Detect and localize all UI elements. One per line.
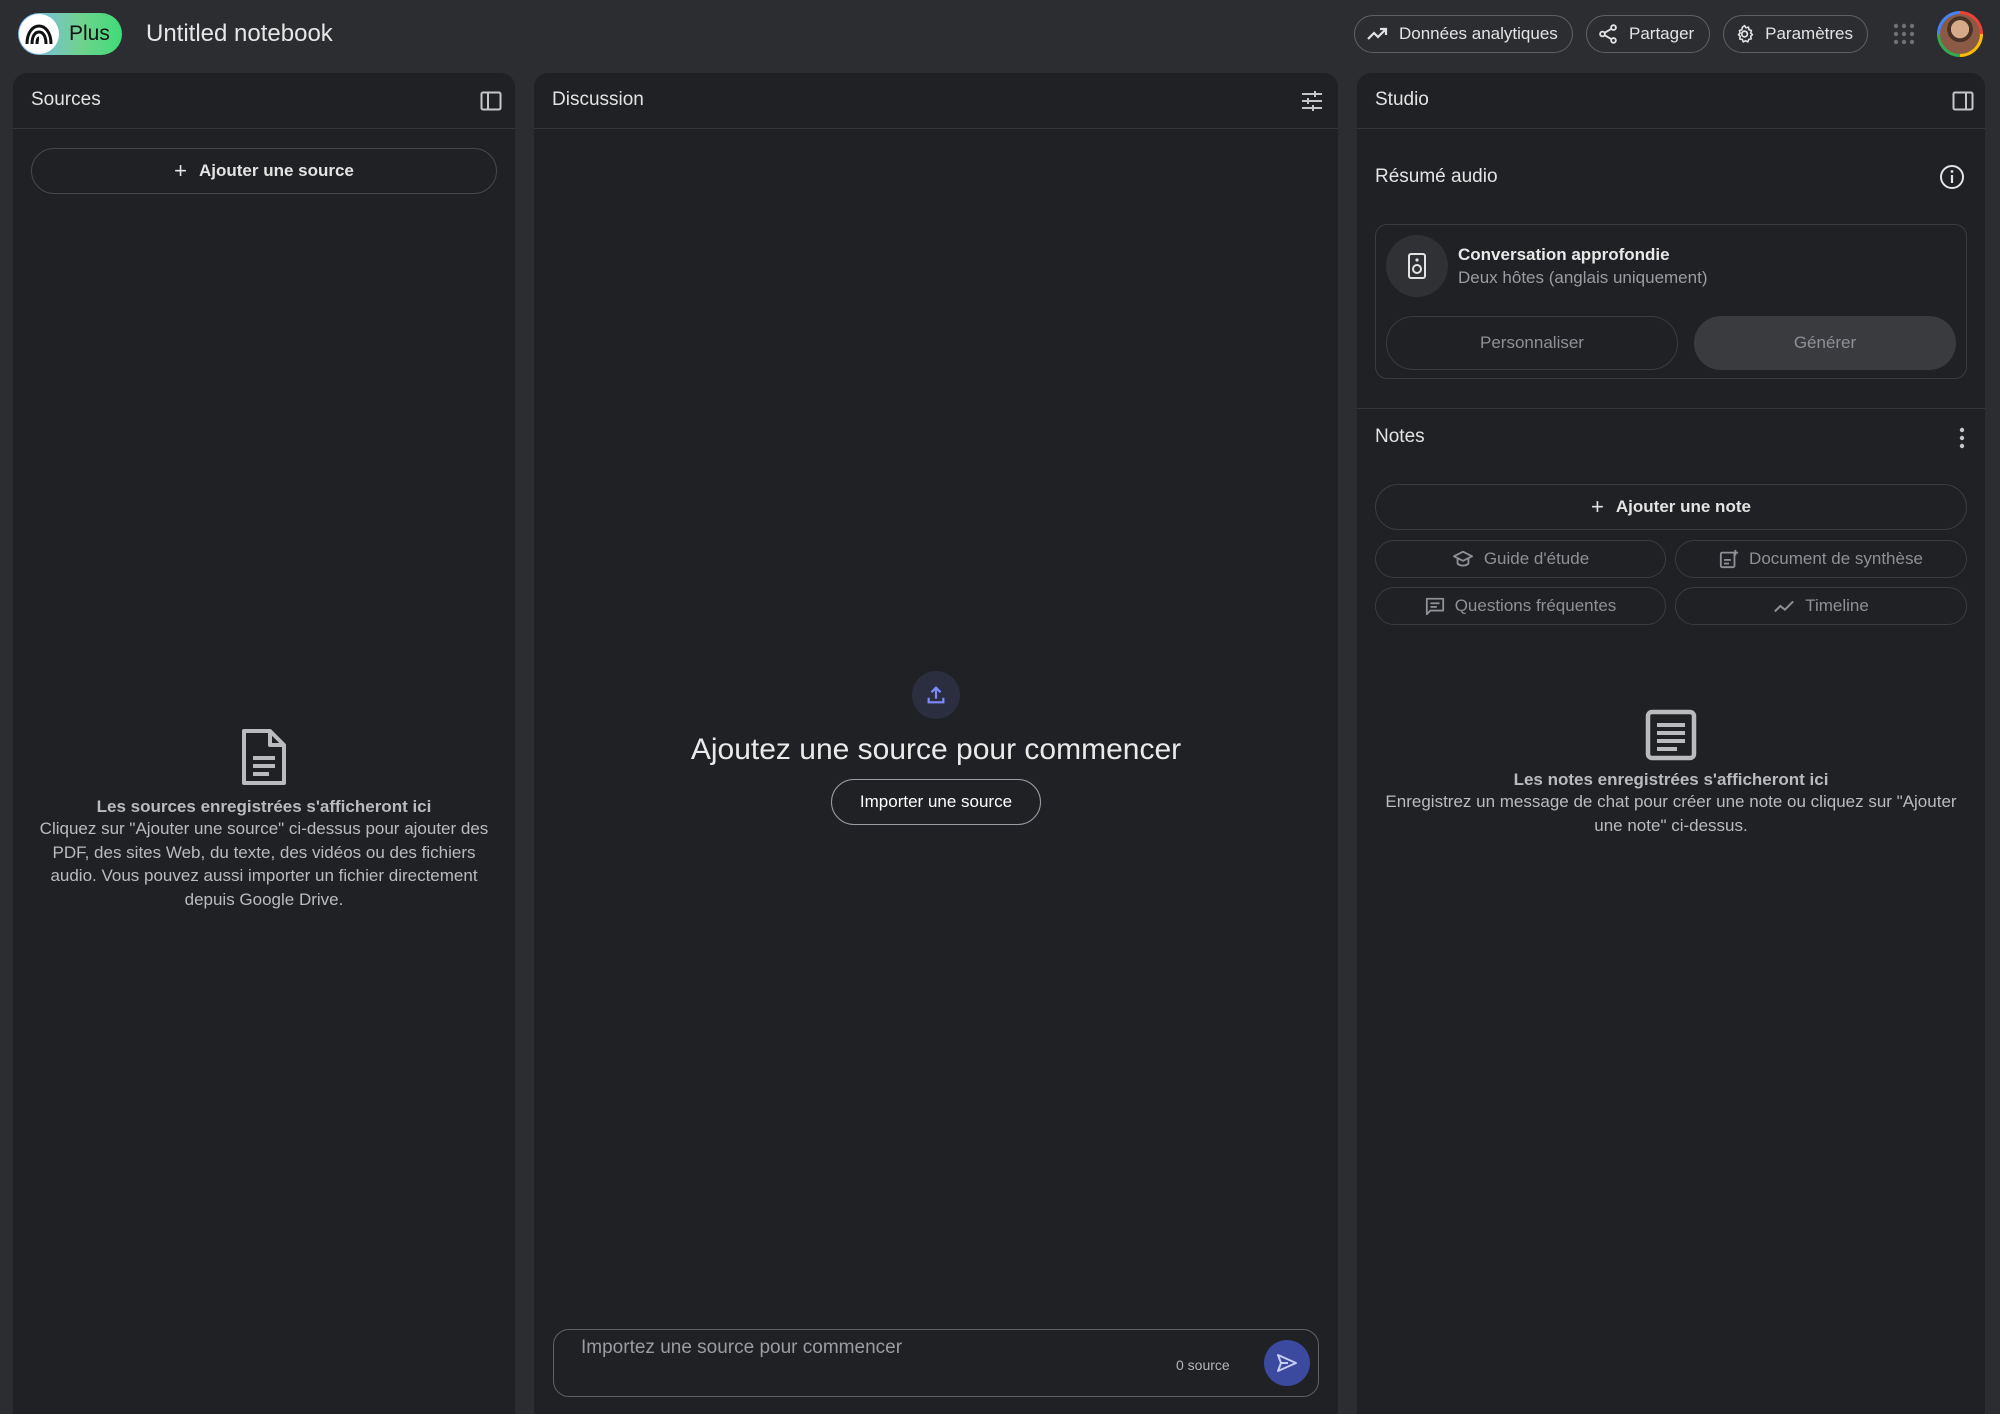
timeline-icon [1774, 600, 1795, 613]
speaker-icon [1408, 253, 1426, 279]
share-icon [1599, 24, 1617, 44]
faq-chip[interactable]: Questions fréquentes [1375, 587, 1666, 625]
avatar-image [1940, 14, 1980, 54]
faq-label: Questions fréquentes [1454, 596, 1617, 615]
settings-label: Paramètres [1765, 24, 1853, 43]
apps-grid-icon[interactable] [1893, 23, 1915, 45]
chat-bubble-icon [1425, 597, 1444, 616]
share-label: Partager [1629, 24, 1695, 43]
discussion-header: Discussion [534, 73, 1338, 129]
add-note-label: Ajouter une note [1615, 497, 1751, 516]
upload-icon [927, 686, 945, 704]
discussion-title: Discussion [552, 89, 644, 110]
notes-title: Notes [1375, 426, 1425, 447]
add-source-button[interactable]: + Ajouter une source [31, 148, 497, 194]
discussion-empty-state: Ajoutez une source pour commencer Import… [534, 671, 1338, 825]
chat-input[interactable]: Importez une source pour commencer 0 sou… [553, 1329, 1319, 1397]
source-count: 0 source [1176, 1357, 1230, 1373]
briefing-doc-label: Document de synthèse [1749, 549, 1923, 568]
gear-icon [1737, 24, 1754, 43]
info-icon[interactable] [1939, 164, 1965, 190]
discussion-empty-title: Ajoutez une source pour commencer [690, 733, 1182, 766]
notes-empty-state: Les notes enregistrées s'afficheront ici… [1357, 709, 1985, 837]
trending-up-icon [1367, 27, 1388, 40]
top-bar: Plus Untitled notebook Données analytiqu… [0, 0, 2000, 70]
logo-icon [19, 14, 59, 54]
analytics-button[interactable]: Données analytiques [1354, 15, 1573, 53]
add-source-label: Ajouter une source [198, 161, 354, 180]
avatar[interactable] [1937, 11, 1983, 57]
share-button[interactable]: Partager [1586, 15, 1710, 53]
graduation-cap-icon [1452, 550, 1473, 567]
timeline-chip[interactable]: Timeline [1675, 587, 1967, 625]
panel-right-icon[interactable] [1951, 89, 1975, 113]
study-guide-chip[interactable]: Guide d'étude [1375, 540, 1666, 578]
tune-icon[interactable] [1300, 89, 1324, 113]
briefing-doc-chip[interactable]: Document de synthèse [1675, 540, 1967, 578]
customize-button[interactable]: Personnaliser [1386, 316, 1678, 370]
studio-header: Studio [1357, 73, 1985, 129]
sources-empty-title: Les sources enregistrées s'afficheront i… [96, 797, 432, 816]
generate-button[interactable]: Générer [1694, 316, 1956, 370]
import-source-button[interactable]: Importer une source [830, 779, 1042, 825]
studio-panel: Studio Résumé audio Conversation approfo… [1357, 73, 1985, 1414]
discussion-panel: Discussion Ajoutez une source pour comme… [534, 73, 1338, 1414]
audio-overview-title: Résumé audio [1375, 166, 1498, 187]
plus-icon: + [1591, 494, 1604, 519]
send-icon [1277, 1354, 1297, 1372]
notes-icon [1645, 709, 1697, 761]
notebooklm-logo[interactable]: Plus [18, 13, 122, 55]
sources-empty-description: Cliquez sur "Ajouter une source" ci-dess… [39, 819, 489, 909]
document-icon [242, 729, 286, 785]
speaker-badge [1386, 235, 1448, 297]
analytics-label: Données analytiques [1399, 24, 1558, 43]
audio-overview-card: Conversation approfondie Deux hôtes (ang… [1375, 224, 1967, 379]
studio-title: Studio [1375, 89, 1429, 110]
timeline-label: Timeline [1805, 596, 1869, 615]
more-vert-icon[interactable] [1958, 427, 1966, 449]
document-add-icon [1719, 549, 1739, 569]
studio-divider [1357, 408, 1985, 409]
audio-card-subtitle: Deux hôtes (anglais uniquement) [1458, 268, 1708, 287]
sources-empty-state: Les sources enregistrées s'afficheront i… [13, 728, 515, 911]
sources-header: Sources [13, 73, 515, 129]
audio-card-title: Conversation approfondie [1458, 245, 1670, 264]
sources-title: Sources [31, 89, 101, 110]
notes-empty-description: Enregistrez un message de chat pour crée… [1385, 792, 1957, 835]
notebook-title[interactable]: Untitled notebook [146, 20, 333, 48]
plus-icon: + [174, 158, 187, 183]
study-guide-label: Guide d'étude [1483, 549, 1590, 568]
send-button[interactable] [1264, 1340, 1310, 1386]
plan-badge: Plus [69, 22, 110, 45]
chat-placeholder: Importez une source pour commencer [581, 1337, 903, 1358]
notes-empty-title: Les notes enregistrées s'afficheront ici [1513, 770, 1829, 789]
upload-badge [912, 671, 960, 719]
panel-left-icon[interactable] [479, 89, 503, 113]
add-note-button[interactable]: + Ajouter une note [1375, 484, 1967, 530]
sources-panel: Sources + Ajouter une source Les sources… [13, 73, 515, 1414]
settings-button[interactable]: Paramètres [1723, 15, 1868, 53]
